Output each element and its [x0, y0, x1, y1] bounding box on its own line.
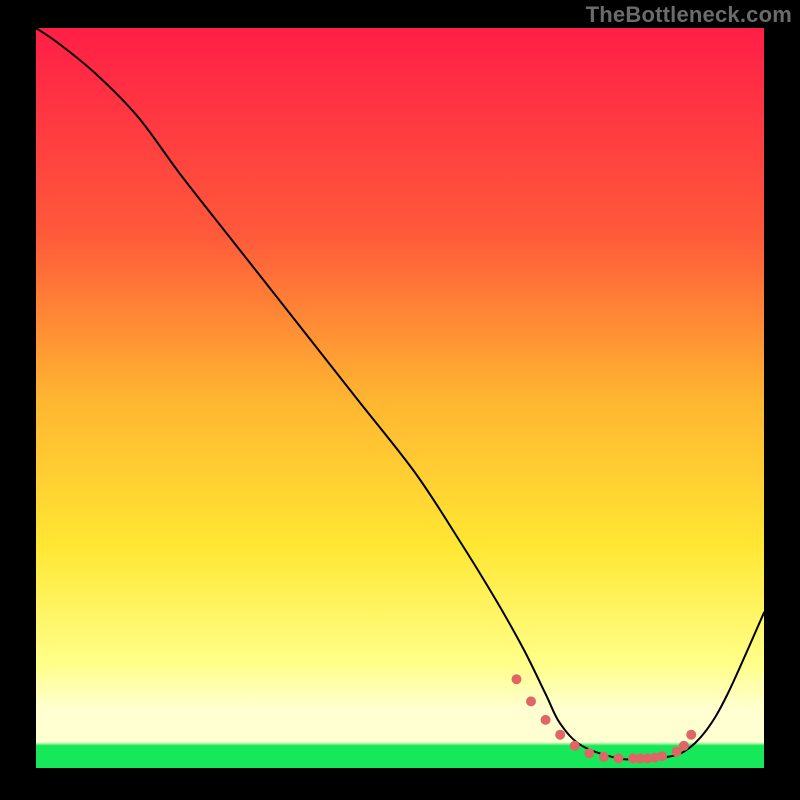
optimal-dot — [686, 730, 696, 740]
bottleneck-chart — [0, 0, 800, 800]
chart-frame: TheBottleneck.com — [0, 0, 800, 800]
optimal-dot — [657, 751, 667, 761]
optimal-dot — [599, 752, 609, 762]
optimal-dot — [555, 730, 565, 740]
optimal-dot — [526, 696, 536, 706]
optimal-dot — [613, 753, 623, 763]
optimal-dot — [679, 741, 689, 751]
optimal-dot — [584, 748, 594, 758]
optimal-dot — [512, 674, 522, 684]
plot-background — [36, 28, 764, 768]
optimal-dot — [541, 715, 551, 725]
optimal-dot — [570, 741, 580, 751]
